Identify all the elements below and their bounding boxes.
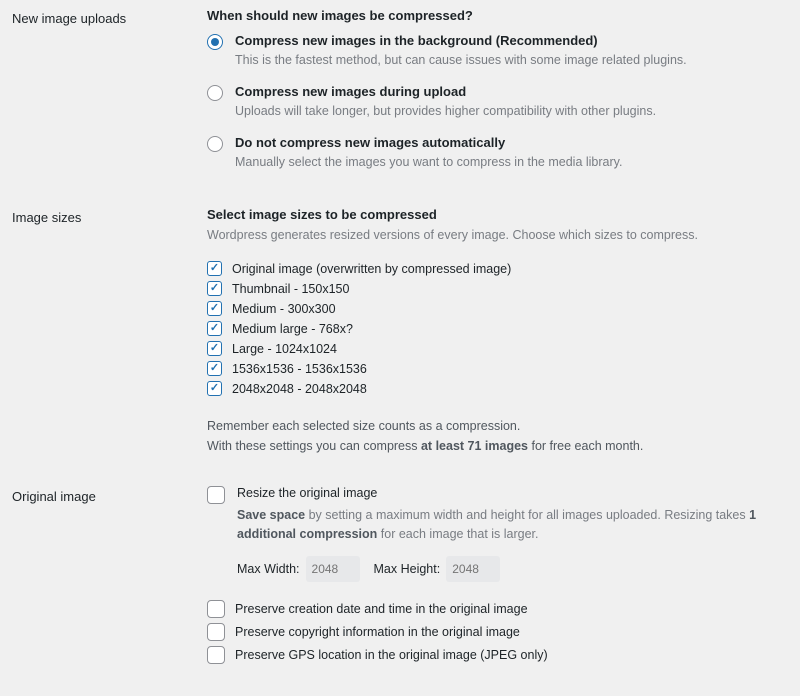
preserve-label: Preserve GPS location in the original im… bbox=[235, 648, 548, 662]
size-option-thumbnail[interactable]: Thumbnail - 150x150 bbox=[207, 281, 782, 296]
radio-desc: This is the fastest method, but can caus… bbox=[235, 51, 687, 70]
resize-desc-mid: by setting a maximum width and height fo… bbox=[305, 508, 749, 522]
size-option-2048[interactable]: 2048x2048 - 2048x2048 bbox=[207, 381, 782, 396]
checkbox-icon bbox=[207, 646, 225, 664]
size-label: Medium - 300x300 bbox=[232, 302, 336, 316]
checkbox-icon bbox=[207, 301, 222, 316]
radio-desc: Uploads will take longer, but provides h… bbox=[235, 102, 656, 121]
size-option-1536[interactable]: 1536x1536 - 1536x1536 bbox=[207, 361, 782, 376]
size-option-medium[interactable]: Medium - 300x300 bbox=[207, 301, 782, 316]
checkbox-icon bbox=[207, 261, 222, 276]
footnote-line2-pre: With these settings you can compress bbox=[207, 439, 421, 453]
checkbox-icon bbox=[207, 600, 225, 618]
preserve-list: Preserve creation date and time in the o… bbox=[207, 600, 782, 664]
section-body-uploads: When should new images be compressed? Co… bbox=[207, 8, 782, 185]
radio-title: Do not compress new images automatically bbox=[235, 135, 622, 150]
section-label-uploads: New image uploads bbox=[12, 8, 207, 26]
preserve-option-copyright[interactable]: Preserve copyright information in the or… bbox=[207, 623, 782, 641]
footnote-line1: Remember each selected size counts as a … bbox=[207, 419, 520, 433]
preserve-label: Preserve copyright information in the or… bbox=[235, 625, 520, 639]
checkbox-icon bbox=[207, 381, 222, 396]
sizes-heading: Select image sizes to be compressed bbox=[207, 207, 782, 222]
upload-option-background[interactable]: Compress new images in the background (R… bbox=[207, 33, 782, 70]
section-body-original: Resize the original image Save space by … bbox=[207, 486, 782, 669]
footnote-line2-bold: at least 71 images bbox=[421, 439, 528, 453]
size-option-large[interactable]: Large - 1024x1024 bbox=[207, 341, 782, 356]
size-label: Original image (overwritten by compresse… bbox=[232, 262, 511, 276]
resize-desc: Save space by setting a maximum width an… bbox=[237, 506, 782, 544]
resize-dimensions-row: Max Width: Max Height: bbox=[237, 556, 782, 582]
radio-icon bbox=[207, 136, 223, 152]
resize-desc-end: for each image that is larger. bbox=[377, 527, 538, 541]
size-option-medium-large[interactable]: Medium large - 768x? bbox=[207, 321, 782, 336]
size-label: 1536x1536 - 1536x1536 bbox=[232, 362, 367, 376]
checkbox-icon bbox=[207, 361, 222, 376]
sizes-footnote: Remember each selected size counts as a … bbox=[207, 416, 782, 456]
radio-title: Compress new images during upload bbox=[235, 84, 656, 99]
section-new-image-uploads: New image uploads When should new images… bbox=[12, 8, 782, 185]
checkbox-icon bbox=[207, 281, 222, 296]
preserve-option-gps[interactable]: Preserve GPS location in the original im… bbox=[207, 646, 782, 664]
upload-option-none[interactable]: Do not compress new images automatically… bbox=[207, 135, 782, 172]
checkbox-icon bbox=[207, 321, 222, 336]
size-label: 2048x2048 - 2048x2048 bbox=[232, 382, 367, 396]
checkbox-icon bbox=[207, 341, 222, 356]
max-height-label: Max Height: bbox=[374, 562, 441, 576]
section-label-original: Original image bbox=[12, 486, 207, 504]
radio-title: Compress new images in the background (R… bbox=[235, 33, 687, 48]
preserve-option-date[interactable]: Preserve creation date and time in the o… bbox=[207, 600, 782, 618]
resize-checkbox[interactable] bbox=[207, 486, 225, 504]
max-height-input[interactable] bbox=[446, 556, 500, 582]
checkbox-icon bbox=[207, 623, 225, 641]
section-original-image: Original image Resize the original image… bbox=[12, 486, 782, 669]
resize-desc-bold1: Save space bbox=[237, 508, 305, 522]
size-label: Medium large - 768x? bbox=[232, 322, 353, 336]
radio-icon bbox=[207, 85, 223, 101]
uploads-heading: When should new images be compressed? bbox=[207, 8, 782, 23]
size-label: Large - 1024x1024 bbox=[232, 342, 337, 356]
size-option-original[interactable]: Original image (overwritten by compresse… bbox=[207, 261, 782, 276]
resize-title: Resize the original image bbox=[237, 486, 782, 500]
radio-desc: Manually select the images you want to c… bbox=[235, 153, 622, 172]
sizes-list: Original image (overwritten by compresse… bbox=[207, 261, 782, 396]
section-body-sizes: Select image sizes to be compressed Word… bbox=[207, 207, 782, 456]
max-width-label: Max Width: bbox=[237, 562, 300, 576]
footnote-line2-post: for free each month. bbox=[528, 439, 643, 453]
size-label: Thumbnail - 150x150 bbox=[232, 282, 349, 296]
section-image-sizes: Image sizes Select image sizes to be com… bbox=[12, 207, 782, 456]
sizes-subtext: Wordpress generates resized versions of … bbox=[207, 226, 782, 245]
section-label-sizes: Image sizes bbox=[12, 207, 207, 225]
preserve-label: Preserve creation date and time in the o… bbox=[235, 602, 528, 616]
max-width-input[interactable] bbox=[306, 556, 360, 582]
radio-icon bbox=[207, 34, 223, 50]
upload-option-during-upload[interactable]: Compress new images during upload Upload… bbox=[207, 84, 782, 121]
resize-original-block: Resize the original image Save space by … bbox=[207, 486, 782, 582]
